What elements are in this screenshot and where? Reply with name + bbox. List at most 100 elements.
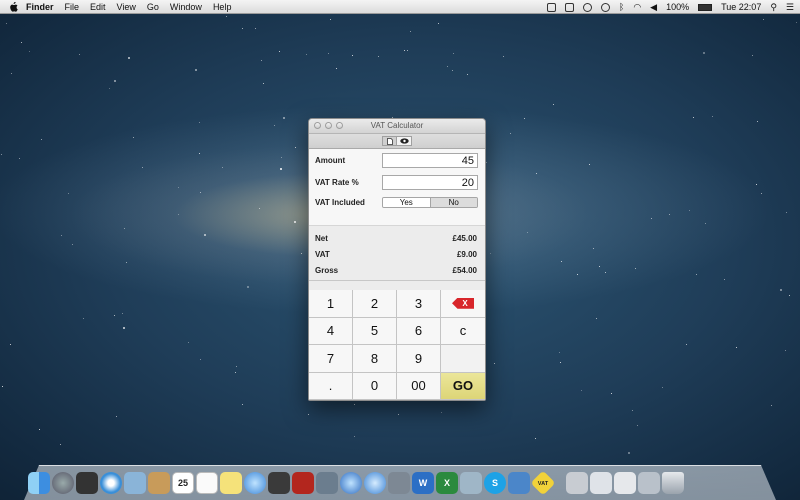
contacts-icon[interactable] [148, 472, 170, 494]
star [637, 425, 638, 426]
key-7[interactable]: 7 [309, 345, 353, 373]
star [354, 404, 355, 405]
vat-rate-label: VAT Rate % [315, 178, 359, 187]
notes-icon[interactable] [220, 472, 242, 494]
messages-icon[interactable] [244, 472, 266, 494]
menu-app-finder[interactable]: Finder [26, 2, 54, 12]
star [467, 74, 468, 75]
network-icon[interactable] [460, 472, 482, 494]
system-preferences-icon[interactable] [388, 472, 410, 494]
clock[interactable]: Tue 22:07 [721, 2, 761, 12]
star [242, 28, 243, 29]
star [123, 327, 125, 329]
window-titlebar[interactable]: VAT Calculator [309, 119, 485, 134]
dropbox-icon[interactable] [564, 2, 574, 12]
star [60, 444, 61, 445]
key-8[interactable]: 8 [353, 345, 397, 373]
menu-view[interactable]: View [117, 2, 136, 12]
sync-icon[interactable] [582, 2, 592, 12]
star [195, 69, 197, 71]
facetime-icon[interactable] [268, 472, 290, 494]
applications-folder-icon[interactable] [566, 472, 588, 494]
star [295, 147, 296, 148]
preview-button[interactable] [397, 136, 412, 146]
star [510, 133, 511, 134]
backspace-icon: X [452, 297, 474, 309]
key-2[interactable]: 2 [353, 290, 397, 318]
vat-calculator-dock-icon[interactable]: VAT [530, 470, 556, 496]
amount-input[interactable]: 45 [382, 153, 478, 168]
excel-icon[interactable]: X [436, 472, 458, 494]
battery-icon[interactable] [698, 3, 713, 11]
battery-percent[interactable]: 100% [666, 2, 689, 12]
search-icon[interactable]: ⚲ [770, 2, 777, 12]
vat-rate-input[interactable]: 20 [382, 175, 478, 190]
reminders-icon[interactable] [196, 472, 218, 494]
star [336, 68, 337, 69]
document-icon [386, 137, 393, 145]
star [10, 344, 11, 345]
menu-go[interactable]: Go [147, 2, 159, 12]
apple-menu-icon[interactable] [8, 1, 18, 12]
star [122, 313, 123, 314]
vat-included-yes-option[interactable]: Yes [383, 197, 430, 207]
backspace-key[interactable]: X [441, 290, 485, 318]
mail-icon[interactable] [124, 472, 146, 494]
star [524, 118, 525, 119]
documents-stack-icon[interactable] [590, 472, 612, 494]
xcode-icon[interactable] [508, 472, 530, 494]
star [560, 362, 561, 363]
screen-window-icon[interactable] [638, 472, 660, 494]
key-4[interactable]: 4 [309, 317, 353, 345]
clear-key[interactable]: c [441, 317, 485, 345]
menu-edit[interactable]: Edit [90, 2, 106, 12]
key-3[interactable]: 3 [397, 290, 441, 318]
safari-icon[interactable] [100, 472, 122, 494]
vat-included-no-option[interactable]: No [429, 197, 477, 207]
notification-center-icon[interactable]: ☰ [786, 2, 794, 12]
star [689, 210, 690, 211]
mission-control-icon[interactable] [76, 472, 98, 494]
volume-icon[interactable]: ◀ [650, 2, 657, 12]
time-machine-icon[interactable] [600, 2, 610, 12]
star [441, 412, 442, 413]
star [109, 88, 110, 89]
go-key[interactable]: GO [441, 372, 485, 400]
star [283, 117, 285, 119]
key-5[interactable]: 5 [353, 317, 397, 345]
trash-icon[interactable] [662, 472, 684, 494]
key-0[interactable]: 0 [353, 372, 397, 400]
menu-help[interactable]: Help [213, 2, 232, 12]
status-app-icon[interactable] [546, 2, 556, 12]
menu-file[interactable]: File [65, 2, 80, 12]
key-9[interactable]: 9 [397, 345, 441, 373]
skype-icon[interactable]: S [484, 472, 506, 494]
wifi-icon[interactable]: ◠ [633, 2, 641, 12]
app-store-icon[interactable] [364, 472, 386, 494]
star [553, 104, 554, 105]
star [19, 158, 20, 159]
finder-icon[interactable] [28, 472, 50, 494]
downloads-stack-icon[interactable] [614, 472, 636, 494]
star [447, 66, 448, 67]
star [124, 228, 125, 229]
photo-booth-icon[interactable] [292, 472, 314, 494]
key-00[interactable]: 00 [397, 372, 441, 400]
key-decimal[interactable]: . [309, 372, 353, 400]
vat-badge: VAT [537, 480, 549, 486]
itunes-icon[interactable] [340, 472, 362, 494]
menu-window[interactable]: Window [170, 2, 202, 12]
key-6[interactable]: 6 [397, 317, 441, 345]
star [752, 55, 753, 56]
calendar-icon[interactable]: 25 [172, 472, 194, 494]
launchpad-icon[interactable] [52, 472, 74, 494]
document-view-button[interactable] [382, 136, 397, 146]
key-1[interactable]: 1 [309, 290, 353, 318]
iphoto-icon[interactable] [316, 472, 338, 494]
bluetooth-icon[interactable]: ᛒ [619, 2, 624, 12]
star [705, 223, 706, 224]
word-icon[interactable]: W [412, 472, 434, 494]
star [41, 139, 42, 140]
star [561, 261, 562, 262]
vat-label: VAT [315, 250, 330, 259]
